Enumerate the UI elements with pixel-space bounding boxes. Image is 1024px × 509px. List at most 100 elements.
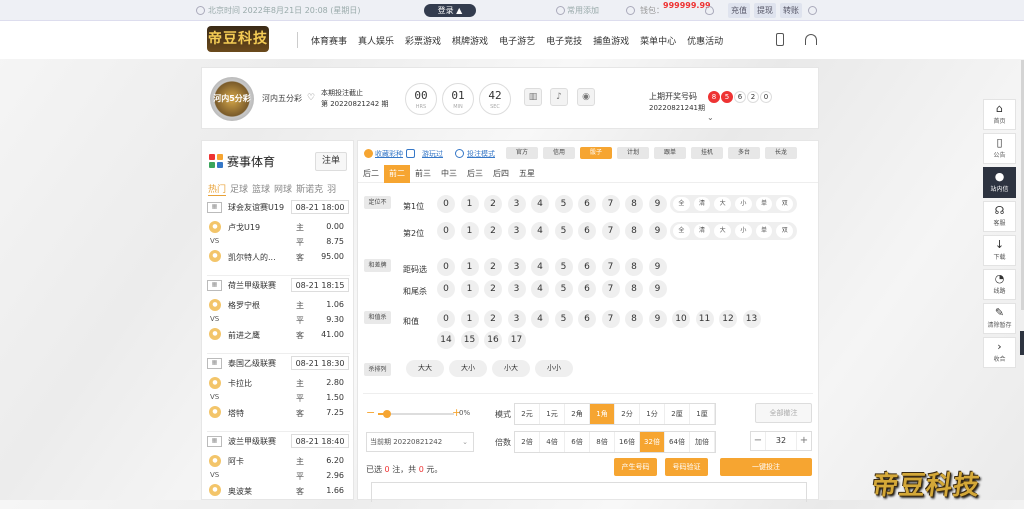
mobile-icon[interactable] <box>776 33 784 46</box>
number-ball[interactable]: 2 <box>484 222 502 240</box>
nav-item-esports[interactable]: 电子竞技 <box>546 34 582 47</box>
odds-value[interactable]: 2.80 <box>326 378 344 387</box>
number-ball[interactable]: 0 <box>437 222 455 240</box>
quick-select-button[interactable]: 单 <box>755 197 773 211</box>
position-tab[interactable]: 中三 <box>436 165 462 183</box>
number-ball[interactable]: 6 <box>578 258 596 276</box>
refresh-icon[interactable] <box>808 6 817 15</box>
number-ball[interactable]: 8 <box>625 310 643 328</box>
nav-item-lottery[interactable]: 彩票游戏 <box>405 34 441 47</box>
number-ball[interactable]: 8 <box>625 280 643 298</box>
position-tab[interactable]: 前三 <box>410 165 436 183</box>
number-ball[interactable]: 13 <box>742 310 761 328</box>
verify-numbers-button[interactable]: 号码验证 <box>665 458 708 476</box>
transfer-button[interactable]: 转账 <box>780 3 802 18</box>
number-ball[interactable]: 4 <box>531 222 549 240</box>
number-ball[interactable]: 3 <box>507 195 526 213</box>
minus-icon[interactable]: − <box>366 406 375 419</box>
number-ball[interactable]: 6 <box>578 222 596 240</box>
music-icon[interactable]: ♪ <box>550 88 568 106</box>
number-ball[interactable]: 4 <box>531 258 549 276</box>
nav-item-slots[interactable]: 电子游艺 <box>499 34 535 47</box>
multiple-option[interactable]: 32倍 <box>640 432 665 452</box>
multiple-option[interactable]: 2倍 <box>515 432 540 452</box>
nav-item-fishing[interactable]: 捕鱼游戏 <box>593 34 629 47</box>
login-button[interactable]: 登录 ▲ <box>424 4 476 17</box>
nav-item-live[interactable]: 真人娱乐 <box>358 34 394 47</box>
play-mode-button[interactable]: 跟单 <box>654 147 686 159</box>
number-ball[interactable]: 1 <box>460 195 479 213</box>
number-ball[interactable]: 5 <box>554 258 573 276</box>
play-mode-button[interactable]: 多台 <box>728 147 760 159</box>
odds-value[interactable]: 6.20 <box>326 456 344 465</box>
match-card[interactable]: ▦ 球会友谊赛U19 08-21 18:00 ● 卢戈U19 VS ● 凯尔特人的... 主 0.… <box>207 200 350 276</box>
minus-button[interactable]: − <box>751 432 765 450</box>
nav-item-sports[interactable]: 体育赛事 <box>311 34 347 47</box>
unit-option[interactable]: 2元 <box>515 404 540 424</box>
quick-select-button[interactable]: 清 <box>693 197 711 211</box>
number-ball[interactable]: 1 <box>460 222 479 240</box>
sports-tab[interactable]: 足球 <box>230 182 248 196</box>
multiple-option[interactable]: 6倍 <box>565 432 590 452</box>
rail-item-support[interactable]: ☊ 客服 <box>983 201 1016 232</box>
position-tab[interactable]: 五星 <box>514 165 540 183</box>
brand-logo[interactable]: 帝豆科技 <box>207 26 269 52</box>
quick-select-button[interactable]: 大 <box>714 197 732 211</box>
quick-select-button[interactable]: 全 <box>673 197 690 211</box>
number-ball[interactable]: 9 <box>648 195 667 213</box>
unit-option[interactable]: 1厘 <box>690 404 715 424</box>
number-ball[interactable]: 6 <box>578 310 596 328</box>
number-ball[interactable]: 3 <box>507 258 526 276</box>
multiple-option[interactable]: 加倍 <box>690 432 715 452</box>
number-ball[interactable]: 0 <box>437 258 455 276</box>
play-mode-button[interactable]: 骰子 <box>580 147 612 159</box>
rail-item-collapse[interactable]: › 收合 <box>983 337 1016 368</box>
issue-select[interactable]: 当前期 20220821242 ⌄ <box>366 432 474 452</box>
number-ball[interactable]: 7 <box>601 258 620 276</box>
number-ball[interactable]: 3 <box>507 280 526 298</box>
multiple-option[interactable]: 16倍 <box>615 432 640 452</box>
number-ball[interactable]: 8 <box>625 258 643 276</box>
odds-value[interactable]: 1.50 <box>326 393 344 402</box>
quick-select-button[interactable]: 双 <box>776 224 794 238</box>
number-ball[interactable]: 3 <box>507 222 526 240</box>
odds-value[interactable]: 2.96 <box>326 471 344 480</box>
scrollbar-thumb[interactable] <box>1020 331 1024 355</box>
match-card[interactable]: ▦ 波兰甲级联赛 08-21 18:40 ● 阿卡 VS ● 奥波莱 主 6.20 平 2.96 客 1.… <box>207 434 350 499</box>
number-ball[interactable]: 4 <box>531 195 549 213</box>
combo-pill[interactable]: 大大 <box>406 360 444 377</box>
quick-select-button[interactable]: 全 <box>673 224 690 238</box>
heart-icon[interactable]: ♡ <box>307 93 315 103</box>
combo-pill[interactable]: 小大 <box>492 360 530 377</box>
quantity-stepper[interactable]: −32 + <box>750 431 812 451</box>
number-ball[interactable]: 0 <box>437 280 455 298</box>
withdraw-button[interactable]: 提现 <box>754 3 776 18</box>
odds-value[interactable]: 8.75 <box>326 237 344 246</box>
multiple-option[interactable]: 64倍 <box>665 432 690 452</box>
one-click-bet-button[interactable]: 一键投注 <box>720 458 812 476</box>
number-ball[interactable]: 0 <box>437 195 455 213</box>
trend-chart-icon[interactable]: ▥ <box>524 88 542 106</box>
play-mode-button[interactable]: 长龙 <box>765 147 797 159</box>
sports-tab[interactable]: 热门 <box>208 182 227 196</box>
number-ball[interactable]: 2 <box>484 280 502 298</box>
quick-select-button[interactable]: 大 <box>714 224 732 238</box>
sports-tab[interactable]: 斯诺克 <box>296 182 323 196</box>
odds-value[interactable]: 41.00 <box>321 330 344 339</box>
quick-select-button[interactable]: 小 <box>735 224 752 238</box>
number-ball[interactable]: 12 <box>719 310 737 328</box>
match-card[interactable]: ▦ 荷兰甲级联赛 08-21 18:15 ● 格罗宁根 VS ● 前进之鹰 主 1.06 平 9.30… <box>207 278 350 354</box>
number-ball[interactable]: 2 <box>484 195 502 213</box>
position-tab[interactable]: 后四 <box>488 165 514 183</box>
number-ball[interactable]: 3 <box>507 310 526 328</box>
odds-value[interactable]: 1.06 <box>326 300 344 309</box>
number-ball[interactable]: 9 <box>648 280 667 298</box>
favorite-game-link[interactable]: 收藏彩种 <box>375 149 403 159</box>
bet-list-area[interactable] <box>371 482 807 502</box>
odds-value[interactable]: 9.30 <box>326 315 344 324</box>
cancel-all-button[interactable]: 全部撤注 <box>755 403 812 423</box>
chevron-down-icon[interactable]: ⌄ <box>707 113 714 122</box>
number-ball[interactable]: 15 <box>460 331 479 349</box>
match-card[interactable]: ▦ 泰国乙级联赛 08-21 18:30 ● 卡拉比 VS ● 塔特 主 2.80 平 1.50 客 7.… <box>207 356 350 432</box>
number-ball[interactable]: 1 <box>460 258 479 276</box>
